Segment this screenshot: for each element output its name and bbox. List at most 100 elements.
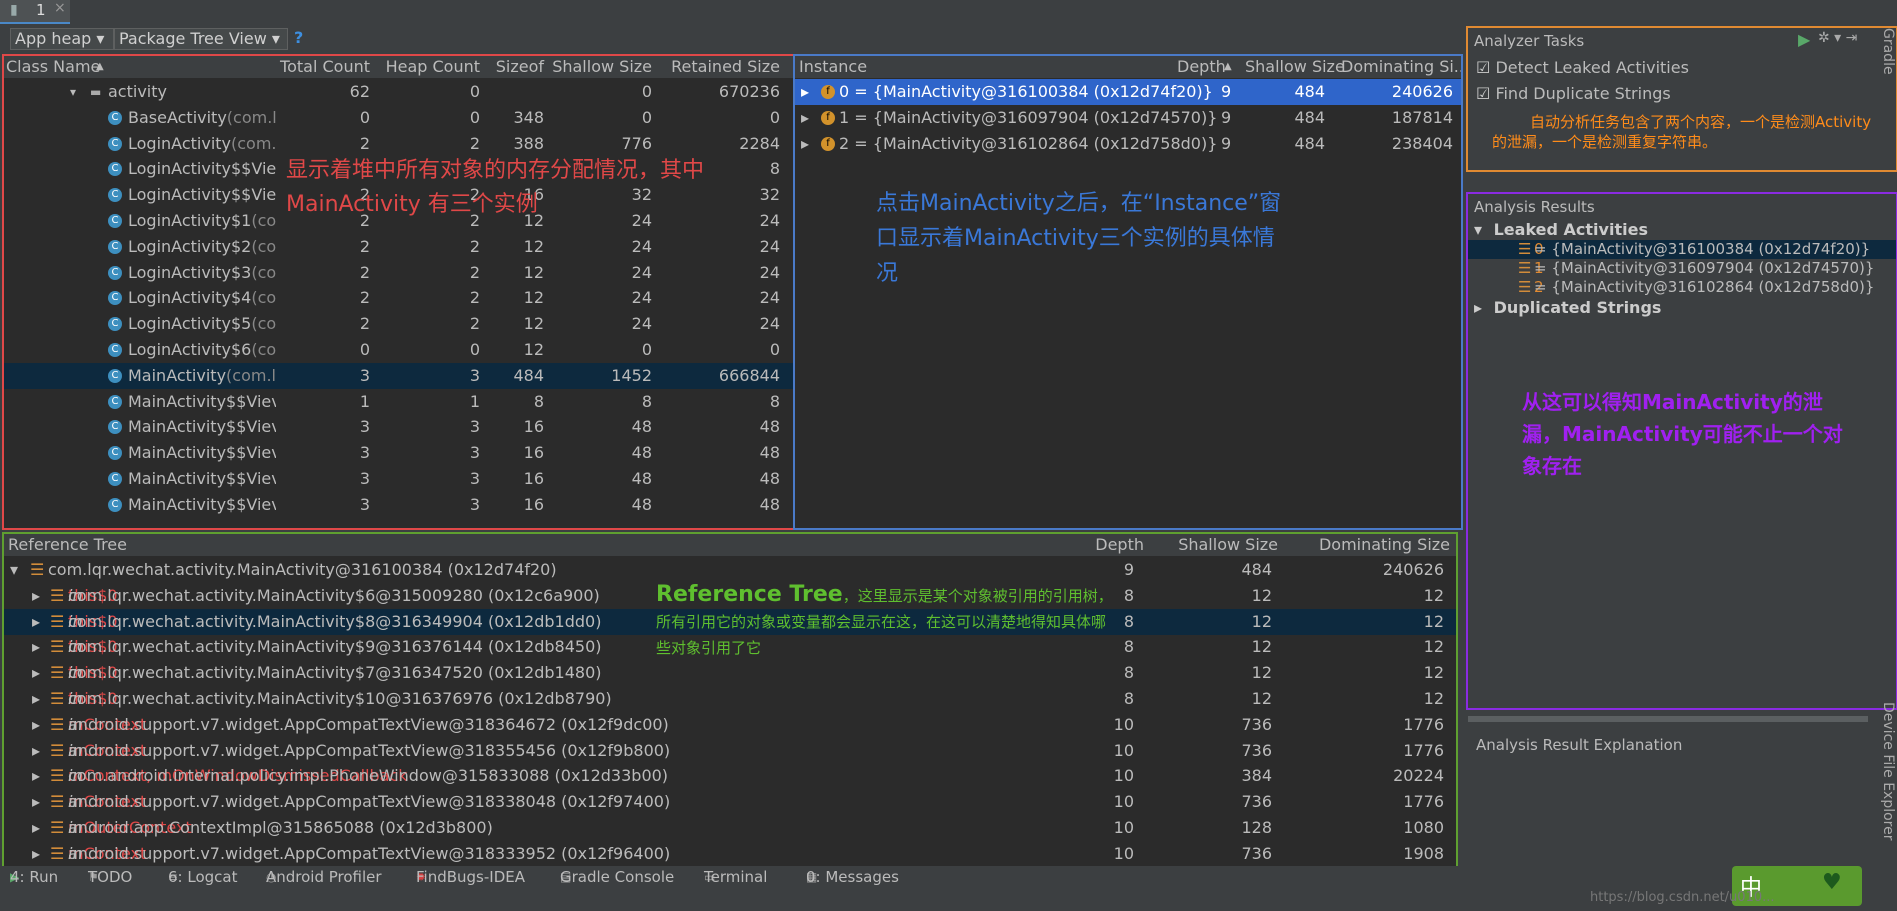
class-row[interactable]: C LoginActivity$3 (co 2 2 12 24 24 [4,260,794,286]
tool-tab-label: Terminal [704,868,768,886]
class-row[interactable]: C MainActivity$$Viev 3 3 16 48 48 [4,414,794,440]
leaked-item[interactable]: ☰ 1 = {MainActivity@316097904 (0x12d74570… [1468,259,1896,278]
list-icon: ☰ [1518,259,1532,277]
expand-icon[interactable]: ▸ [32,686,40,712]
list-icon: ☰ [50,611,65,631]
expand-icon[interactable]: ▸ [32,583,40,609]
expand-icon[interactable]: ▸ [32,609,40,635]
field-icon: f [821,137,835,151]
reference-row[interactable]: ▾ ☰ com.lqr.wechat.activity.MainActivity@3… [4,557,1456,583]
annotation-blue: 点击MainActivity之后，在“Instance”窗口显示着MainAct… [876,191,1282,286]
expand-icon[interactable]: ▾ [1474,220,1482,239]
leaked-list: ☰ 0 = {MainActivity@316100384 (0x12d74f20… [1468,240,1896,300]
leaked-group[interactable]: ▾ Leaked Activities [1474,220,1648,239]
reference-row[interactable]: ▸ ☰ mContext in android.support.v7.widget.… [4,738,1456,764]
reference-row[interactable]: ▸ ☰ mContext in android.support.v7.widget.… [4,789,1456,815]
expand-icon[interactable]: ▸ [801,131,809,157]
checkbox-icon[interactable]: ☑ [1476,84,1490,103]
col-heap-count[interactable]: Heap Count [374,56,480,78]
class-row[interactable]: C BaseActivity (com.l 0 0 348 0 0 [4,105,794,131]
instance-panel: Instance Depth ▲ Shallow Size Dominating… [793,54,1463,530]
instance-row[interactable]: ▸ f 2 = {MainActivity@316102864 (0x12d758d… [795,131,1461,157]
class-row[interactable]: C LoginActivity$6 (co 0 0 12 0 0 [4,337,794,363]
class-row[interactable]: C MainActivity$$Viev 3 3 16 48 48 [4,466,794,492]
expand-icon[interactable]: ▸ [32,789,40,815]
sort-asc-icon: ▲ [1224,61,1232,72]
col-instance[interactable]: Instance [799,56,867,78]
class-row[interactable]: C LoginActivity$5 (co 2 2 12 24 24 [4,311,794,337]
sizeof: 12 [523,262,544,282]
heap-count: 3 [469,469,480,488]
col-shallow-size[interactable]: Shallow Size [548,56,652,78]
leaked-item[interactable]: ☰ 0 = {MainActivity@316100384 (0x12d74f20… [1468,240,1896,259]
expand-icon[interactable]: ▸ [32,712,40,738]
class-name: MainActivity$$Viev [128,391,276,411]
class-icon: C [108,162,122,177]
help-icon[interactable]: ? [294,28,303,47]
col-sizeof[interactable]: Sizeof [482,56,544,78]
checkbox-icon[interactable]: ☑ [1476,58,1490,77]
class-package: (co [251,211,276,230]
col-reference-tree[interactable]: Reference Tree [8,534,127,556]
run-icon[interactable]: ▶ [1798,30,1810,49]
col-class-name[interactable]: Class Name [6,56,100,78]
expand-icon[interactable]: ▸ [32,841,40,867]
reference-row[interactable]: ▸ ☰ this$0 in com.lqr.wechat.activity.Main… [4,660,1456,686]
reference-row[interactable]: ▸ ☰ mContext, mOnWindowDismissedCallback i… [4,763,1456,789]
depth: 8 [1123,663,1134,683]
expand-icon[interactable]: ▾ [10,557,18,583]
reference-row[interactable]: ▸ ☰ mContext in android.support.v7.widget.… [4,712,1456,738]
class-package: (com.l [226,365,276,385]
reference-row[interactable]: ▸ ☰ mContext in android.support.v7.widget.… [4,841,1456,867]
total-count: 1 [359,391,370,411]
gradle-side-tab[interactable]: Gradle [1872,28,1896,88]
task-duplicate[interactable]: ☑ Find Duplicate Strings [1476,84,1671,103]
expand-icon[interactable]: ▸ [32,738,40,764]
view-select[interactable]: Package Tree View ▾ [114,28,288,50]
expand-icon[interactable]: ▸ [32,660,40,686]
col-dominating[interactable]: Dominating Si.. [1341,56,1461,78]
class-row[interactable]: C MainActivity (com.l 3 3 484 1452 666844 [4,362,794,389]
col-shallow[interactable]: Shallow Size [1245,56,1345,78]
task-leaked[interactable]: ☑ Detect Leaked Activities [1476,58,1689,77]
reference-row[interactable]: ▸ ☰ mOuterContext in android.app.ContextIm… [4,815,1456,841]
instance-body: ▸ f 0 = {MainActivity@316100384 (0x12d74f2… [795,79,1461,528]
expand-icon[interactable]: ▸ [32,634,40,660]
expand-icon[interactable]: ▸ [801,79,809,105]
instance-row[interactable]: ▸ f 1 = {MainActivity@316097904 (0x12d7457… [795,105,1461,131]
col-total-count[interactable]: Total Count [274,56,370,78]
class-row[interactable]: C LoginActivity (com. 2 2 388 776 2284 [4,131,794,157]
editor-tab[interactable]: ▮ 1 × [0,0,70,24]
leaked-item[interactable]: ☰ 2 = {MainActivity@316102864 (0x12d758d0… [1468,278,1896,297]
class-row[interactable]: C MainActivity$$Viev 3 3 16 48 48 [4,440,794,466]
heart-icon: ♥ [1822,870,1842,895]
retained-size: 0 [769,340,780,359]
device-explorer-side-tab[interactable]: Device File Explorer [1872,702,1896,852]
tab-close-icon[interactable]: × [54,0,66,16]
duplicated-group[interactable]: ▸ Duplicated Strings [1474,298,1661,317]
expand-icon[interactable]: ▸ [801,105,809,131]
heap-select[interactable]: App heap ▾ [10,28,114,50]
reference-row[interactable]: ▸ ☰ this$0 in com.lqr.wechat.activity.Main… [4,686,1456,712]
class-row[interactable]: C LoginActivity$2 (co 2 2 12 24 24 [4,234,794,260]
class-row[interactable]: C MainActivity$$Viev 1 1 8 8 8 [4,389,794,415]
instance-row[interactable]: ▸ f 0 = {MainActivity@316100384 (0x12d74f2… [795,79,1461,105]
collapse-icon[interactable]: ▸ [1474,298,1482,317]
task-duplicate-label: Find Duplicate Strings [1495,84,1671,103]
gear-icon[interactable]: ✲ ▾ ⇥ [1818,30,1857,46]
depth: 8 [1123,689,1134,708]
col-depth[interactable]: Depth [1044,534,1144,556]
class-row[interactable]: C MainActivity$$Viev 3 3 16 48 48 [4,492,794,518]
depth: 9 [1221,134,1232,153]
expand-icon[interactable]: ▾ [70,79,76,105]
col-dominating[interactable]: Dominating Size [1284,534,1450,556]
expand-icon[interactable]: ▸ [32,763,40,789]
expand-icon[interactable]: ▸ [32,815,40,841]
class-row[interactable]: ▾ ▬ activity 62 0 0 670236 [4,79,794,105]
col-shallow[interactable]: Shallow Size [1154,534,1278,556]
total-count: 2 [359,133,370,153]
class-row[interactable]: C LoginActivity$4 (co 2 2 12 24 24 [4,285,794,311]
depth: 9 [1221,82,1232,101]
col-depth[interactable]: Depth [1177,56,1226,78]
col-retained-size[interactable]: Retained Size [656,56,780,78]
